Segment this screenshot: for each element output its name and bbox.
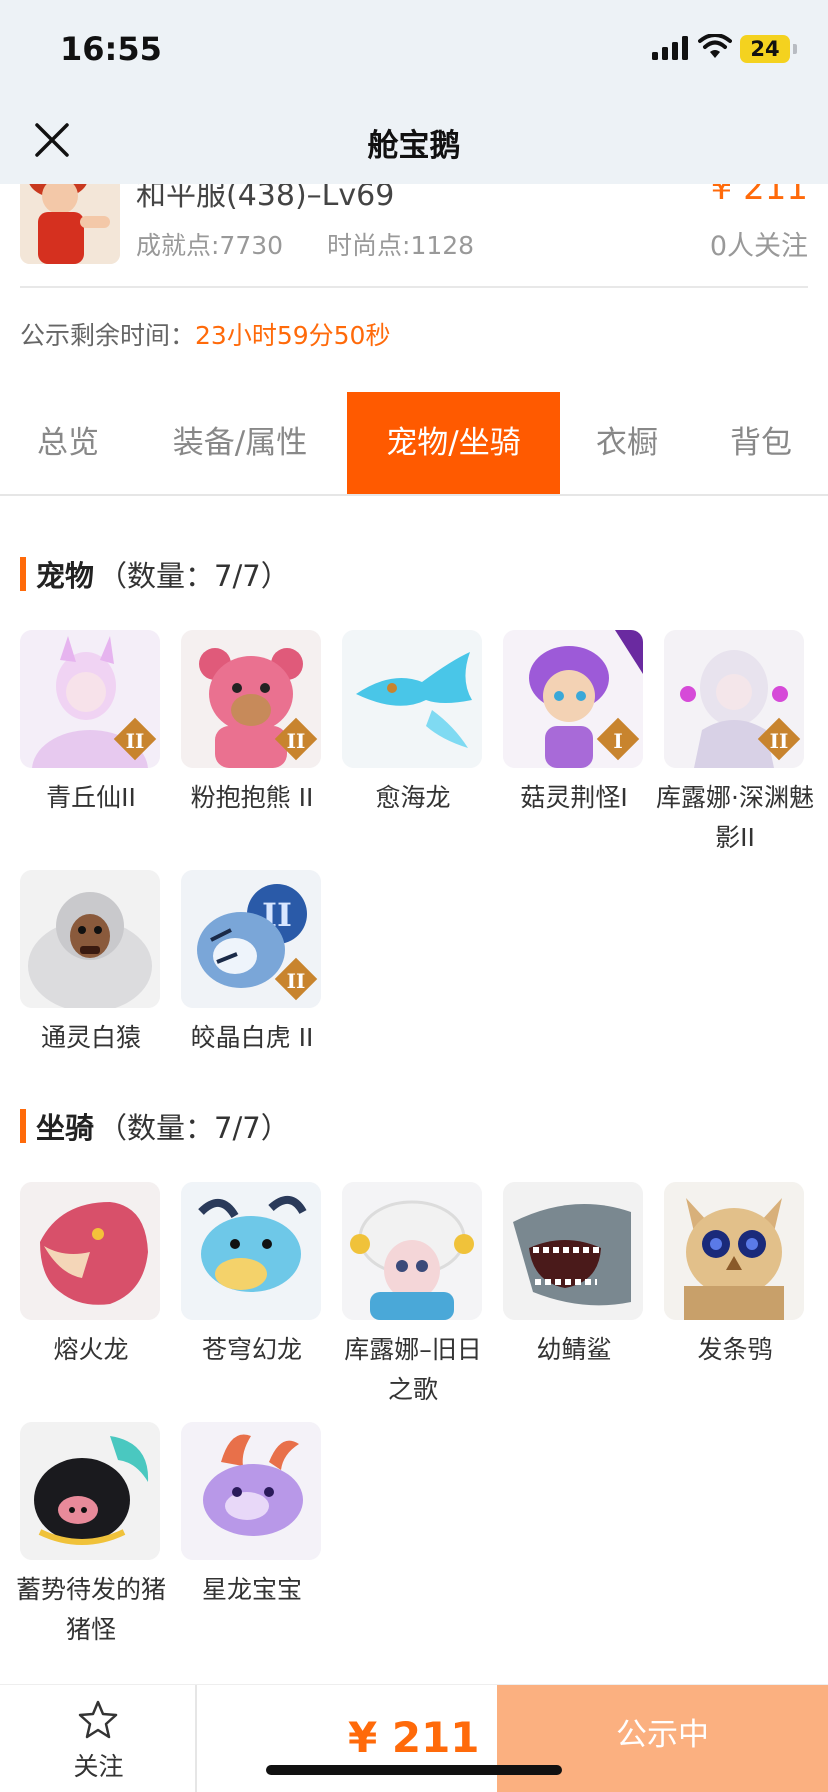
pet-image: [342, 630, 482, 768]
mount-name: 蓄势待发的猪猪怪: [15, 1575, 166, 1644]
svg-text:I: I: [613, 729, 622, 753]
pet-image: II II: [181, 870, 321, 1008]
tab-equipment[interactable]: 装备/属性: [150, 392, 330, 494]
svg-text:II: II: [287, 969, 306, 993]
follower-count: 0人关注: [709, 231, 808, 262]
section-count: （数量：7/7）: [98, 1111, 290, 1145]
pet-name: 青丘仙II: [46, 783, 136, 812]
pet-image: II: [664, 630, 804, 768]
pet-image: II: [20, 630, 160, 768]
mount-image: [20, 1422, 160, 1560]
follow-label: 关注: [73, 1752, 124, 1781]
page-title: 舱宝鹅: [367, 128, 461, 164]
pet-name: 库露娜·深渊魅影II: [656, 783, 814, 852]
svg-text:II: II: [126, 729, 145, 753]
bottom-price: ¥ 211: [348, 1713, 480, 1762]
mount-image: [664, 1182, 804, 1320]
mounts-section-header: 坐骑 （数量：7/7）: [20, 1108, 290, 1145]
achievement-points: 成就点:7730: [136, 231, 284, 260]
mount-name: 熔火龙: [53, 1335, 129, 1364]
status-time: 16:55: [60, 30, 162, 68]
tab-pets-mounts[interactable]: 宠物/坐骑: [347, 392, 560, 494]
mount-name: 库露娜–旧日之歌: [344, 1335, 482, 1404]
mount-image: [503, 1182, 643, 1320]
pet-name: 通灵白猿: [40, 1023, 141, 1052]
pet-name: 皎晶白虎 II: [190, 1023, 314, 1052]
mount-image: [342, 1182, 482, 1320]
publicity-countdown: 公示剩余时间：23小时59分50秒: [20, 316, 390, 352]
svg-text:II: II: [287, 729, 306, 753]
section-count: （数量：7/7）: [98, 559, 290, 593]
countdown-value: 23小时59分50秒: [195, 321, 391, 350]
account-stats: 成就点:7730 时尚点:1128: [136, 226, 474, 262]
pet-image: II: [181, 630, 321, 768]
section-title: 坐骑: [36, 1111, 95, 1145]
cellular-signal-icon: [652, 36, 688, 60]
top-header: 16:55 24 舱宝鹅: [0, 0, 828, 184]
pets-section-header: 宠物 （数量：7/7）: [20, 556, 290, 593]
section-accent-bar: [20, 1109, 26, 1143]
fashion-points: 时尚点:1128: [327, 231, 475, 260]
tab-bag[interactable]: 背包: [700, 392, 822, 494]
section-title: 宠物: [36, 559, 95, 593]
home-indicator: [266, 1765, 562, 1775]
svg-text:II: II: [770, 729, 789, 753]
mount-name: 幼鲭鲨: [536, 1335, 612, 1364]
wifi-icon: [698, 34, 732, 58]
section-accent-bar: [20, 557, 26, 591]
divider: [20, 286, 808, 288]
mount-image: [181, 1182, 321, 1320]
mount-image: [20, 1182, 160, 1320]
detail-tabs: 总览 装备/属性 宠物/坐骑 衣橱 背包: [0, 392, 828, 496]
pet-name: 愈海龙: [375, 783, 451, 812]
mount-image: [181, 1422, 321, 1560]
tab-wardrobe[interactable]: 衣橱: [570, 392, 684, 494]
pet-image: [20, 870, 160, 1008]
follow-button[interactable]: 关注: [0, 1685, 197, 1792]
pet-image: I: [503, 630, 643, 768]
battery-tip: [793, 44, 797, 54]
pet-name: 菇灵荆怪I: [520, 783, 628, 812]
tab-overview[interactable]: 总览: [0, 392, 136, 494]
mount-name: 发条鸮: [697, 1335, 773, 1364]
bottom-action-bar: 关注 ¥ 211 公示中: [0, 1684, 828, 1792]
star-icon: [78, 1700, 118, 1739]
battery-icon: 24: [740, 35, 790, 63]
publicity-status-button[interactable]: 公示中: [497, 1685, 828, 1792]
pet-name: 粉抱抱熊 II: [190, 783, 314, 812]
mount-name: 苍穹幻龙: [201, 1335, 302, 1364]
countdown-label: 公示剩余时间：: [20, 321, 196, 350]
mount-name: 星龙宝宝: [201, 1575, 302, 1604]
